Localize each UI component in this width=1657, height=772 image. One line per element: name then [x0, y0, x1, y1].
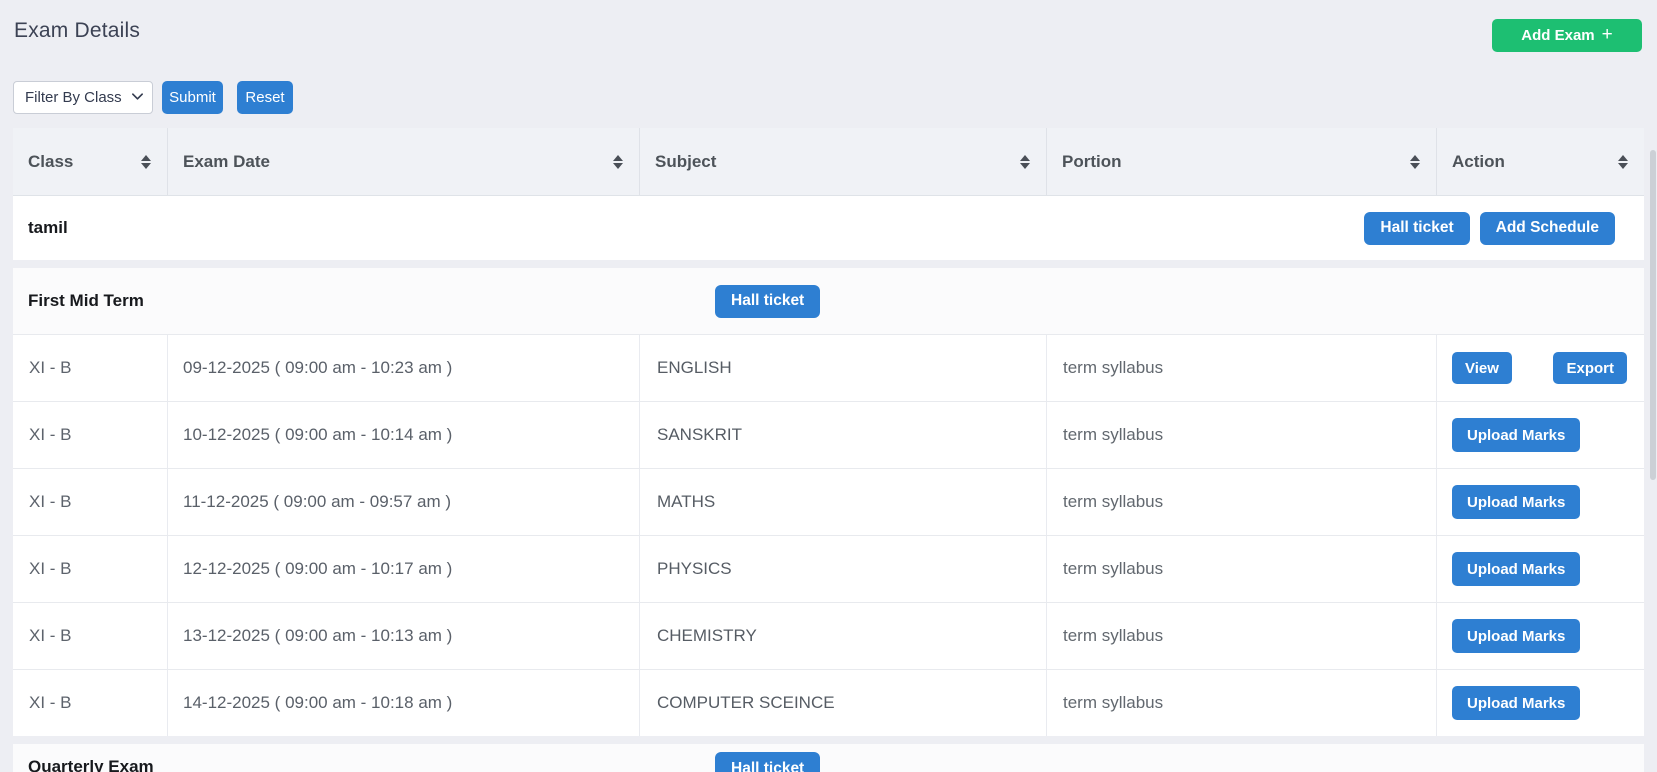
- cell-portion: term syllabus: [1047, 402, 1437, 468]
- column-header-action[interactable]: Action: [1437, 128, 1644, 195]
- cell-actions: Upload Marks: [1437, 603, 1644, 669]
- hall-ticket-button[interactable]: Hall ticket: [1364, 211, 1470, 245]
- column-label: Subject: [655, 151, 717, 171]
- cell-class: XI - B: [13, 469, 168, 535]
- cell-subject: MATHS: [640, 469, 1047, 535]
- add-exam-button[interactable]: Add Exam +: [1492, 19, 1642, 52]
- column-header-subject[interactable]: Subject: [640, 128, 1047, 195]
- column-label: Portion: [1062, 151, 1122, 171]
- column-header-class[interactable]: Class: [13, 128, 168, 195]
- submit-button[interactable]: Submit: [162, 81, 223, 114]
- section-actions: Hall ticket: [715, 268, 821, 334]
- section-title: tamil: [28, 218, 68, 237]
- table-row: XI - B 13-12-2025 ( 09:00 am - 10:13 am )…: [13, 602, 1644, 669]
- class-filter-select[interactable]: Filter By Class: [13, 81, 153, 114]
- cell-date: 12-12-2025 ( 09:00 am - 10:17 am ): [168, 536, 640, 602]
- cell-class: XI - B: [13, 536, 168, 602]
- cell-class: XI - B: [13, 670, 168, 736]
- column-label: Exam Date: [183, 151, 270, 171]
- cell-date: 10-12-2025 ( 09:00 am - 10:14 am ): [168, 402, 640, 468]
- cell-class: XI - B: [13, 335, 168, 401]
- exam-table: Class Exam Date Subject Portion Action tamil…: [13, 128, 1644, 772]
- reset-button[interactable]: Reset: [237, 81, 293, 114]
- cell-class: XI - B: [13, 402, 168, 468]
- table-row: XI - B 09-12-2025 ( 09:00 am - 10:23 am )…: [13, 334, 1644, 401]
- cell-actions: Upload Marks: [1437, 402, 1644, 468]
- upload-marks-button[interactable]: Upload Marks: [1452, 485, 1581, 519]
- cell-actions: Upload Marks: [1437, 469, 1644, 535]
- section-title: First Mid Term: [28, 291, 144, 310]
- section-title: Quarterly Exam: [28, 757, 154, 772]
- cell-portion: term syllabus: [1047, 536, 1437, 602]
- upload-marks-button[interactable]: Upload Marks: [1452, 686, 1581, 720]
- class-filter-wrap: Filter By Class: [13, 81, 153, 114]
- add-schedule-button[interactable]: Add Schedule: [1479, 211, 1615, 245]
- column-label: Action: [1452, 151, 1505, 171]
- table-row: XI - B 10-12-2025 ( 09:00 am - 10:14 am )…: [13, 401, 1644, 468]
- filter-bar: Filter By Class Submit Reset: [13, 81, 1657, 114]
- sort-icon[interactable]: [1618, 154, 1628, 169]
- column-header-portion[interactable]: Portion: [1047, 128, 1437, 195]
- table-row: XI - B 12-12-2025 ( 09:00 am - 10:17 am )…: [13, 535, 1644, 602]
- section-row-first-mid-term: First Mid Term Hall ticket: [13, 268, 1644, 334]
- section-actions: Hall ticket: [715, 744, 821, 772]
- hall-ticket-button[interactable]: Hall ticket: [715, 752, 821, 772]
- cell-class: XI - B: [13, 603, 168, 669]
- cell-portion: term syllabus: [1047, 670, 1437, 736]
- cell-portion: term syllabus: [1047, 603, 1437, 669]
- cell-actions: View Export: [1437, 335, 1644, 401]
- cell-subject: PHYSICS: [640, 536, 1047, 602]
- section-actions: Hall ticket Add Schedule: [1364, 196, 1615, 260]
- cell-date: 13-12-2025 ( 09:00 am - 10:13 am ): [168, 603, 640, 669]
- sort-icon[interactable]: [1410, 154, 1420, 169]
- column-header-exam-date[interactable]: Exam Date: [168, 128, 640, 195]
- cell-date: 14-12-2025 ( 09:00 am - 10:18 am ): [168, 670, 640, 736]
- cell-subject: ENGLISH: [640, 335, 1047, 401]
- page-header: Exam Details Add Exam +: [0, 0, 1657, 52]
- table-header-row: Class Exam Date Subject Portion Action: [13, 128, 1644, 196]
- section-row-quarterly-exam: Quarterly Exam Hall ticket: [13, 744, 1644, 772]
- upload-marks-button[interactable]: Upload Marks: [1452, 619, 1581, 653]
- cell-actions: Upload Marks: [1437, 536, 1644, 602]
- cell-date: 09-12-2025 ( 09:00 am - 10:23 am ): [168, 335, 640, 401]
- table-row: XI - B 11-12-2025 ( 09:00 am - 09:57 am )…: [13, 468, 1644, 535]
- export-button[interactable]: Export: [1553, 352, 1627, 384]
- cell-portion: term syllabus: [1047, 469, 1437, 535]
- page-title: Exam Details: [14, 19, 141, 42]
- plus-icon: +: [1601, 24, 1613, 45]
- section-row-tamil: tamil Hall ticket Add Schedule: [13, 196, 1644, 260]
- cell-subject: CHEMISTRY: [640, 603, 1047, 669]
- table-row: XI - B 14-12-2025 ( 09:00 am - 10:18 am )…: [13, 669, 1644, 736]
- hall-ticket-button[interactable]: Hall ticket: [715, 284, 821, 318]
- cell-portion: term syllabus: [1047, 335, 1437, 401]
- add-exam-label: Add Exam: [1521, 27, 1595, 44]
- cell-subject: SANSKRIT: [640, 402, 1047, 468]
- scrollbar-thumb[interactable]: [1650, 150, 1656, 480]
- sort-icon[interactable]: [613, 154, 623, 169]
- cell-date: 11-12-2025 ( 09:00 am - 09:57 am ): [168, 469, 640, 535]
- table-body: tamil Hall ticket Add Schedule First Mid Te…: [13, 196, 1644, 772]
- view-button[interactable]: View: [1452, 352, 1512, 384]
- upload-marks-button[interactable]: Upload Marks: [1452, 418, 1581, 452]
- sort-icon[interactable]: [1020, 154, 1030, 169]
- column-label: Class: [28, 151, 74, 171]
- upload-marks-button[interactable]: Upload Marks: [1452, 552, 1581, 586]
- cell-subject: COMPUTER SCEINCE: [640, 670, 1047, 736]
- sort-icon[interactable]: [141, 154, 151, 169]
- cell-actions: Upload Marks: [1437, 670, 1644, 736]
